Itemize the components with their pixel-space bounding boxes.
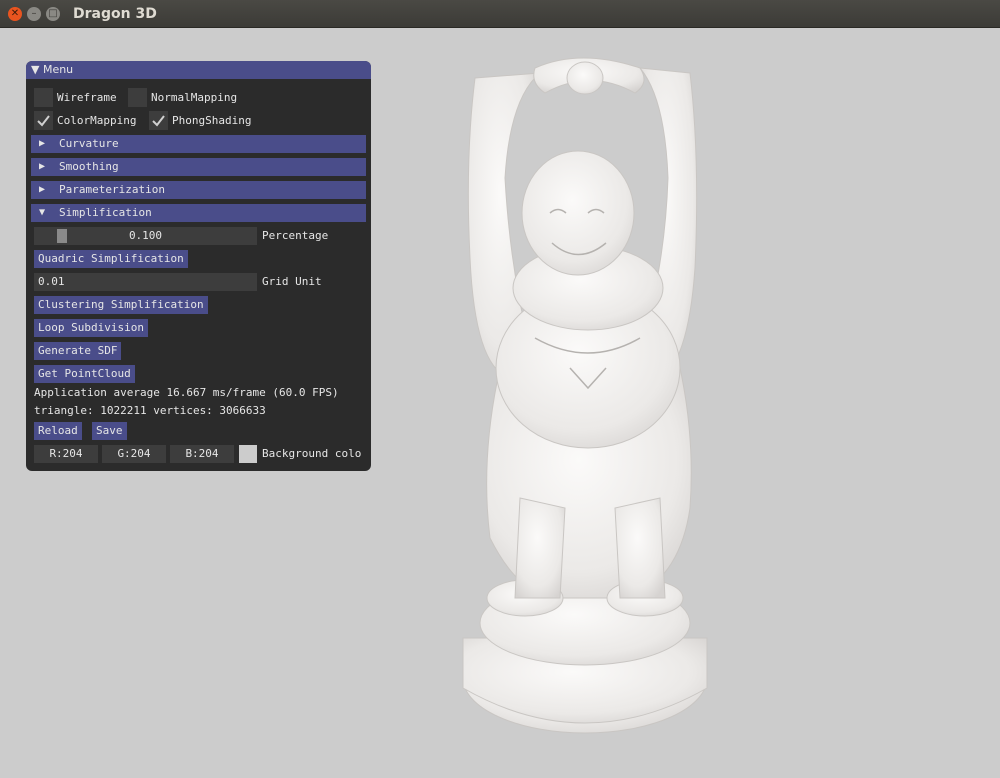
quadric-simplification-button[interactable]: Quadric Simplification xyxy=(34,250,188,268)
collapsed-arrow-icon: ▶ xyxy=(39,184,46,195)
checkbox-row-2: ColorMapping PhongShading xyxy=(26,111,371,130)
menu-panel: ▼ Menu Wireframe NormalMapping ColorMapp… xyxy=(26,61,371,471)
percentage-value: 0.100 xyxy=(128,229,163,242)
clustering-simplification-button[interactable]: Clustering Simplification xyxy=(34,296,208,314)
wireframe-checkbox[interactable] xyxy=(34,88,53,107)
phongshading-label: PhongShading xyxy=(172,114,252,127)
expanded-arrow-icon: ▼ xyxy=(39,207,46,218)
wireframe-label: Wireframe xyxy=(57,91,117,104)
header-simplification[interactable]: ▼ Simplification xyxy=(31,204,366,222)
maximize-icon[interactable]: □ xyxy=(46,7,60,21)
minimize-icon[interactable]: – xyxy=(27,7,41,21)
colormapping-checkbox[interactable] xyxy=(34,111,53,130)
window-title: Dragon 3D xyxy=(73,6,157,22)
collapsed-arrow-icon: ▶ xyxy=(39,138,46,149)
buddha-model xyxy=(462,57,708,734)
bg-color-b[interactable]: B:204 xyxy=(170,445,234,463)
percentage-label: Percentage xyxy=(262,229,329,242)
header-parameterization[interactable]: ▶ Parameterization xyxy=(31,181,366,199)
mesh-stats-text: triangle: 1022211 vertices: 3066633 xyxy=(34,404,266,417)
close-icon[interactable]: ✕ xyxy=(8,7,22,21)
header-curvature-label: Curvature xyxy=(59,137,119,150)
checkbox-row-1: Wireframe NormalMapping xyxy=(26,88,371,107)
get-pointcloud-button[interactable]: Get PointCloud xyxy=(34,365,135,383)
normalmapping-checkbox[interactable] xyxy=(128,88,147,107)
header-simplification-label: Simplification xyxy=(59,206,152,219)
save-button[interactable]: Save xyxy=(92,422,127,440)
grid-unit-input[interactable]: 0.01 xyxy=(34,273,257,291)
header-curvature[interactable]: ▶ Curvature xyxy=(31,135,366,153)
loop-subdivision-button[interactable]: Loop Subdivision xyxy=(34,319,148,337)
header-parameterization-label: Parameterization xyxy=(59,183,165,196)
normalmapping-label: NormalMapping xyxy=(151,91,238,104)
bg-color-r[interactable]: R:204 xyxy=(34,445,98,463)
slider-grab-handle[interactable] xyxy=(56,229,67,243)
grid-unit-label: Grid Unit xyxy=(262,275,322,288)
header-smoothing[interactable]: ▶ Smoothing xyxy=(31,158,366,176)
bg-color-label: Background colo xyxy=(262,447,362,460)
colormapping-label: ColorMapping xyxy=(57,114,137,127)
check-icon xyxy=(37,115,50,127)
collapsed-arrow-icon: ▶ xyxy=(39,161,46,172)
header-smoothing-label: Smoothing xyxy=(59,160,119,173)
window-titlebar: ✕ – □ Dragon 3D xyxy=(0,0,1000,28)
check-icon xyxy=(152,115,165,127)
bg-color-g[interactable]: G:204 xyxy=(102,445,166,463)
bg-color-swatch[interactable] xyxy=(239,445,257,463)
grid-unit-value: 0.01 xyxy=(38,275,65,288)
fps-text: Application average 16.667 ms/frame (60.… xyxy=(34,386,339,399)
generate-sdf-button[interactable]: Generate SDF xyxy=(34,342,122,360)
percentage-slider[interactable]: 0.100 xyxy=(34,227,257,245)
reload-button[interactable]: Reload xyxy=(34,422,82,440)
menu-title[interactable]: ▼ Menu xyxy=(26,61,371,79)
phongshading-checkbox[interactable] xyxy=(149,111,168,130)
